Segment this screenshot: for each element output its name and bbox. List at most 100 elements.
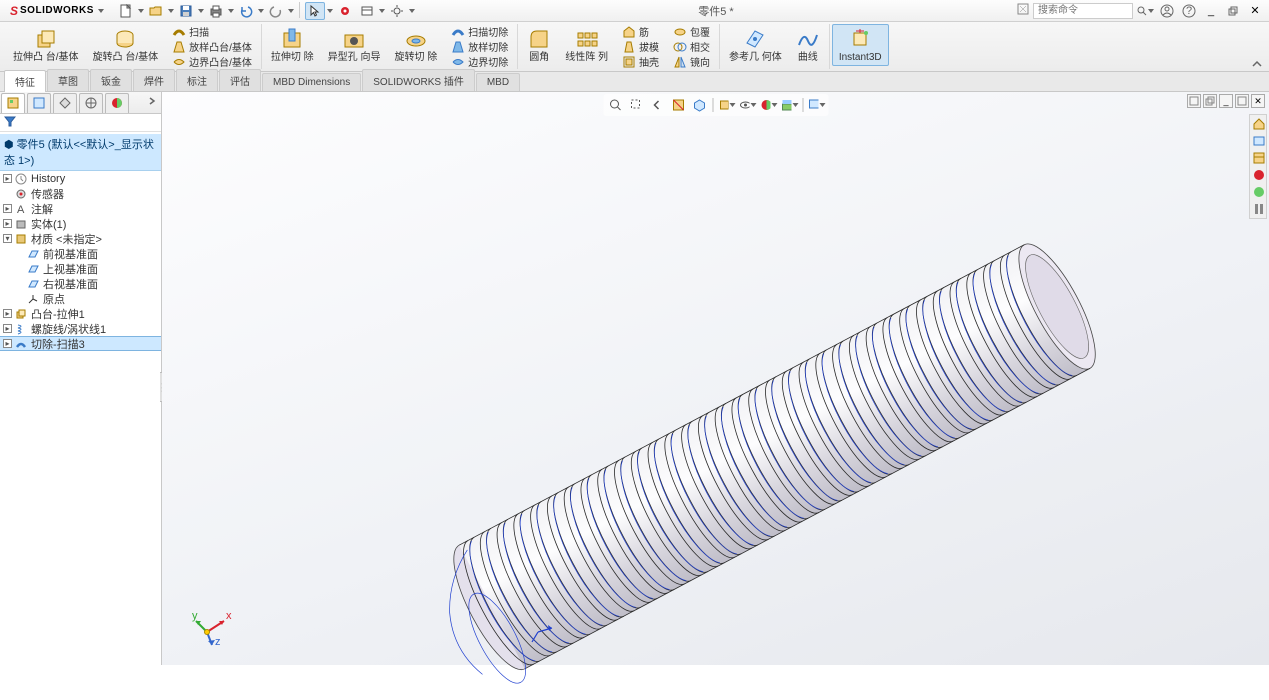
tree-annotations[interactable]: ▸A注解 [0,201,161,216]
shell-button[interactable]: 抽壳 [617,54,664,69]
qat-options[interactable] [357,2,377,20]
qat-redo[interactable] [266,2,286,20]
tab-sketch[interactable]: 草图 [47,69,89,91]
wrap-button[interactable]: 包覆 [668,24,715,39]
sweep-button[interactable]: 扫描 [167,24,257,39]
vp-minimize-icon[interactable]: _ [1219,94,1233,108]
qat-print-drop[interactable] [228,2,234,20]
tree-material[interactable]: ▾材质 <未指定> [0,231,161,246]
qat-save-drop[interactable] [198,2,204,20]
expand-icon[interactable]: ▸ [3,324,12,333]
qat-save[interactable] [176,2,196,20]
qat-new[interactable] [116,2,136,20]
hide-show-button[interactable] [737,96,757,114]
tree-root[interactable]: ⬢零件5 (默认<<默认>_显示状态 1>) [0,134,161,171]
taskpane-view-palette[interactable] [1251,184,1267,200]
qat-open[interactable] [146,2,166,20]
tab-evaluate[interactable]: 评估 [219,69,261,91]
search-dropdown[interactable] [1135,2,1155,20]
close-button[interactable]: ✕ [1245,2,1265,20]
ref-geom-button[interactable]: 参考几 何体 [722,24,789,66]
restore-button[interactable] [1223,2,1243,20]
tree-boss-extrude1[interactable]: ▸凸台-拉伸1 [0,306,161,321]
qat-new-drop[interactable] [138,2,144,20]
boundary-cut-button[interactable]: 边界切除 [446,54,513,69]
tree-top-plane[interactable]: 上视基准面 [0,261,161,276]
zoom-area-button[interactable] [626,96,646,114]
edit-appearance-button[interactable] [758,96,778,114]
tab-annotate[interactable]: 标注 [176,69,218,91]
zoom-fit-button[interactable] [605,96,625,114]
vp-maximize-icon[interactable] [1235,94,1249,108]
apply-scene-button[interactable] [779,96,799,114]
tree-solid-bodies[interactable]: ▸实体(1) [0,216,161,231]
search-command-input[interactable] [1033,3,1133,19]
tab-mbd-dimensions[interactable]: MBD Dimensions [262,73,361,91]
loft-cut-button[interactable]: 放样切除 [446,39,513,54]
vp-orientation-icon[interactable] [1187,94,1201,108]
qat-settings[interactable] [387,2,407,20]
vp-close-icon[interactable]: ✕ [1251,94,1265,108]
tree-right-plane[interactable]: 右视基准面 [0,276,161,291]
section-view-button[interactable] [668,96,688,114]
view-triad[interactable]: x y z [192,607,232,647]
previous-view-button[interactable] [647,96,667,114]
vp-restore-icon[interactable] [1203,94,1217,108]
revolve-boss-button[interactable]: 旋转凸 台/基体 [86,24,166,66]
tab-sw-addins[interactable]: SOLIDWORKS 插件 [362,69,475,91]
expand-icon[interactable]: ▸ [3,219,12,228]
help-icon[interactable]: ? [1179,2,1199,20]
qat-undo[interactable] [236,2,256,20]
panel-tab-dimxpert[interactable] [79,93,103,113]
user-account-icon[interactable] [1157,2,1177,20]
taskpane-resources[interactable] [1251,133,1267,149]
qat-select[interactable] [305,2,325,20]
fillet-button[interactable]: 圆角 [520,24,558,66]
hole-wizard-button[interactable]: 异型孔 向导 [321,24,388,66]
tree-helix1[interactable]: ▸螺旋线/涡状线1 [0,321,161,336]
taskpane-design-library[interactable] [1251,150,1267,166]
boundary-boss-button[interactable]: 边界凸台/基体 [167,54,257,69]
intersect-button[interactable]: 相交 [668,39,715,54]
draft-button[interactable]: 拔模 [617,39,664,54]
panel-tab-property-manager[interactable] [27,93,51,113]
minimize-button[interactable]: _ [1201,2,1221,20]
panel-tab-more[interactable] [147,96,157,109]
curves-button[interactable]: 曲线 [789,24,827,66]
display-style-button[interactable] [716,96,736,114]
tab-weldments[interactable]: 焊件 [133,69,175,91]
tree-origin[interactable]: 原点 [0,291,161,306]
expand-icon[interactable]: ▸ [3,174,12,183]
extrude-boss-button[interactable]: 拉伸凸 台/基体 [6,24,86,66]
qat-redo-drop[interactable] [288,2,294,20]
qat-rebuild[interactable] [335,2,355,20]
revolve-cut-button[interactable]: 旋转切 除 [387,24,444,66]
qat-open-drop[interactable] [168,2,174,20]
view-orientation-button[interactable] [689,96,709,114]
mirror-button[interactable]: 镜向 [668,54,715,69]
tab-sheet-metal[interactable]: 钣金 [90,69,132,91]
qat-print[interactable] [206,2,226,20]
taskpane-file-explorer[interactable] [1251,167,1267,183]
tree-sensors[interactable]: 传感器 [0,186,161,201]
view-settings-button[interactable] [806,96,826,114]
expand-icon[interactable]: ▸ [3,309,12,318]
tab-features[interactable]: 特征 [4,70,46,92]
loft-boss-button[interactable]: 放样凸台/基体 [167,39,257,54]
qat-select-drop[interactable] [327,2,333,20]
tree-front-plane[interactable]: 前视基准面 [0,246,161,261]
qat-undo-drop[interactable] [258,2,264,20]
rib-button[interactable]: 筋 [617,24,664,39]
panel-tab-feature-tree[interactable] [1,93,25,113]
expand-icon[interactable]: ▾ [3,234,12,243]
app-logo[interactable]: S SOLIDWORKS [4,4,110,18]
expand-icon[interactable]: ▸ [3,339,12,348]
expand-icon[interactable]: ▸ [3,204,12,213]
graphics-viewport[interactable]: _ ✕ [162,92,1269,665]
instant3d-button[interactable]: Instant3D [832,24,889,66]
panel-tab-config-manager[interactable] [53,93,77,113]
qat-options-drop[interactable] [379,2,385,20]
tab-mbd[interactable]: MBD [476,73,520,91]
filter-icon[interactable] [4,115,16,130]
ribbon-collapse-button[interactable] [1251,58,1263,73]
